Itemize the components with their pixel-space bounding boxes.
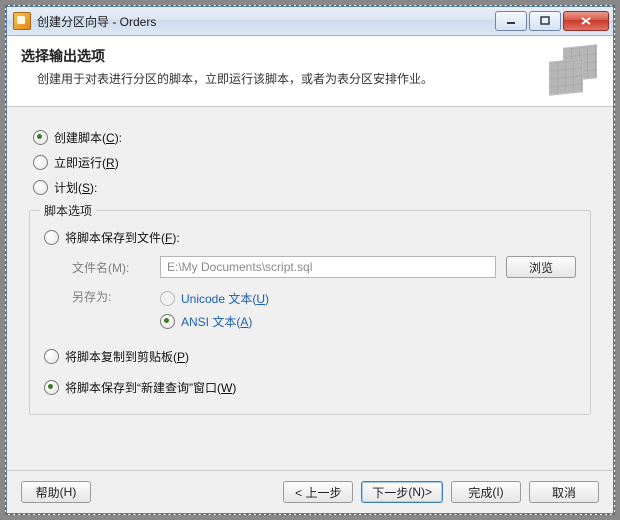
maximize-icon: [540, 16, 550, 26]
page-heading: 选择输出选项: [21, 46, 535, 66]
option-label: 将脚本保存到“新建查询”窗口: [65, 381, 217, 395]
minimize-icon: [506, 16, 516, 26]
option-label: 立即运行: [54, 156, 102, 170]
option-ansi-text[interactable]: ANSI 文本(A): [160, 313, 269, 330]
close-icon: [580, 16, 592, 26]
minimize-button[interactable]: [495, 11, 527, 31]
wizard-window: 创建分区向导 - Orders: [6, 6, 614, 514]
cancel-button[interactable]: 取消: [529, 481, 599, 503]
option-create-script[interactable]: 创建脚本(C):: [33, 129, 595, 146]
option-copy-clipboard[interactable]: 将脚本复制到剪贴板(P): [44, 348, 576, 365]
script-options-group: 脚本选项 将脚本保存到文件(F): 文件名(M): E:\My Document…: [29, 210, 591, 415]
group-legend: 脚本选项: [40, 202, 96, 219]
next-button[interactable]: 下一步(N) >: [361, 481, 443, 503]
option-schedule[interactable]: 计划(S):: [33, 179, 595, 196]
option-label: 计划: [54, 181, 78, 195]
page-subtext: 创建用于对表进行分区的脚本，立即运行该脚本，或者为表分区安排作业。: [37, 70, 535, 87]
option-unicode-text[interactable]: Unicode 文本(U): [160, 290, 269, 307]
back-button[interactable]: < 上一步: [283, 481, 353, 503]
help-button[interactable]: 帮助(H): [21, 481, 91, 503]
file-name-input[interactable]: E:\My Documents\script.sql: [160, 256, 496, 278]
browse-button[interactable]: 浏览: [506, 256, 576, 278]
maximize-button[interactable]: [529, 11, 561, 31]
radio-icon: [33, 180, 48, 195]
radio-icon: [44, 349, 59, 364]
radio-icon: [44, 380, 59, 395]
file-name-label: 文件名(M):: [72, 259, 150, 276]
window-title: 创建分区向导 - Orders: [37, 13, 156, 30]
option-label: 将脚本保存到文件: [65, 231, 161, 245]
option-run-now[interactable]: 立即运行(R): [33, 154, 595, 171]
radio-icon: [160, 314, 175, 329]
option-save-to-file[interactable]: 将脚本保存到文件(F):: [44, 229, 576, 246]
wizard-footer: 帮助(H) < 上一步 下一步(N) > 完成(I) 取消: [7, 470, 613, 513]
finish-button[interactable]: 完成(I): [451, 481, 521, 503]
option-label: Unicode 文本: [181, 292, 252, 306]
close-button[interactable]: [563, 11, 609, 31]
radio-icon: [33, 130, 48, 145]
option-label: 将脚本复制到剪贴板: [65, 350, 173, 364]
option-save-new-query[interactable]: 将脚本保存到“新建查询”窗口(W): [44, 379, 576, 396]
wizard-body: 创建脚本(C): 立即运行(R) 计划(S):: [7, 107, 613, 470]
radio-icon: [44, 230, 59, 245]
radio-icon: [33, 155, 48, 170]
option-label: ANSI 文本: [181, 315, 236, 329]
radio-icon: [160, 291, 175, 306]
wizard-graphic-icon: [545, 46, 599, 94]
app-icon: [13, 12, 31, 30]
titlebar: 创建分区向导 - Orders: [7, 7, 613, 36]
wizard-header: 选择输出选项 创建用于对表进行分区的脚本，立即运行该脚本，或者为表分区安排作业。: [7, 36, 613, 107]
save-as-label: 另存为:: [72, 288, 150, 305]
option-label: 创建脚本: [54, 131, 102, 145]
